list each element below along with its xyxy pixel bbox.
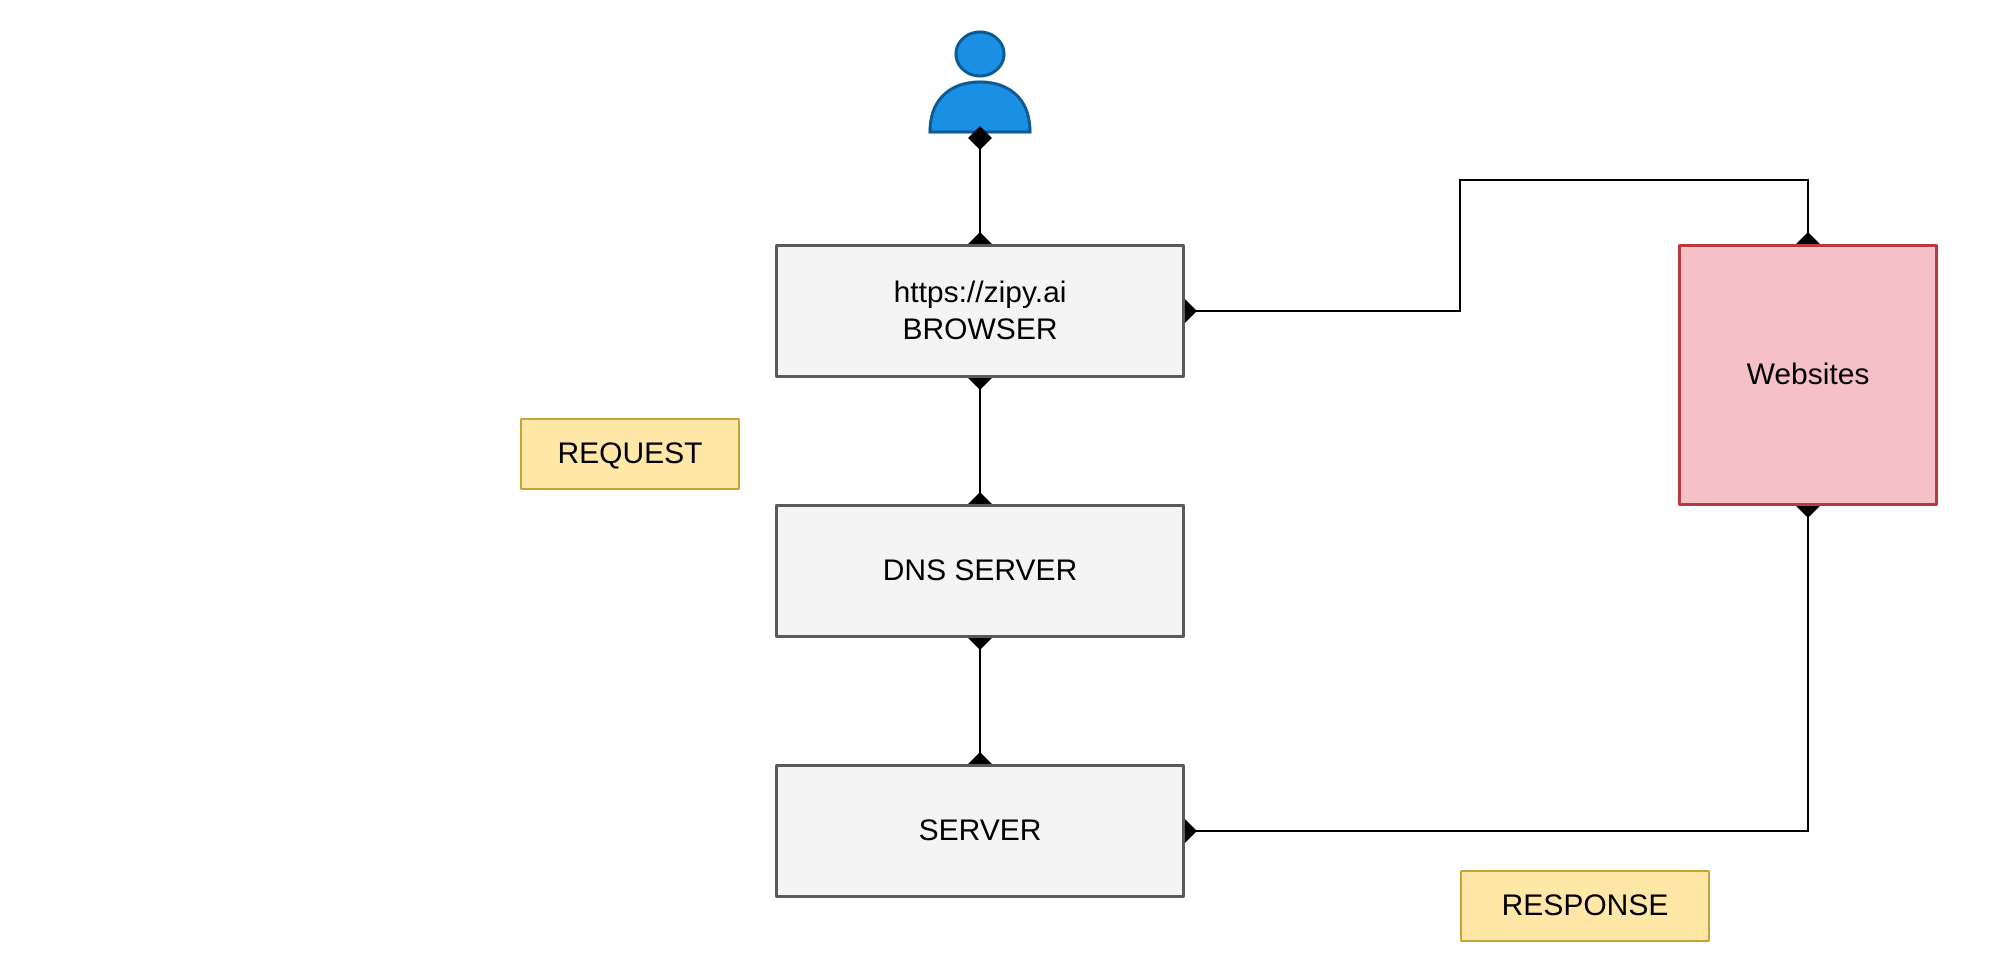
request-tag: REQUEST [520, 418, 740, 490]
server-node: SERVER [775, 764, 1185, 898]
dns-node: DNS SERVER [775, 504, 1185, 638]
server-label: SERVER [919, 812, 1042, 850]
response-label: RESPONSE [1502, 887, 1669, 925]
browser-node: https://zipy.ai BROWSER [775, 244, 1185, 378]
websites-node: Websites [1678, 244, 1938, 506]
browser-url-text: https://zipy.ai [894, 274, 1067, 312]
connector-websites-to-server [1185, 506, 1808, 831]
user-icon [930, 32, 1030, 132]
dns-label: DNS SERVER [883, 552, 1078, 590]
browser-label-text: BROWSER [902, 311, 1057, 349]
websites-label: Websites [1747, 356, 1870, 394]
request-label: REQUEST [557, 435, 702, 473]
response-tag: RESPONSE [1460, 870, 1710, 942]
